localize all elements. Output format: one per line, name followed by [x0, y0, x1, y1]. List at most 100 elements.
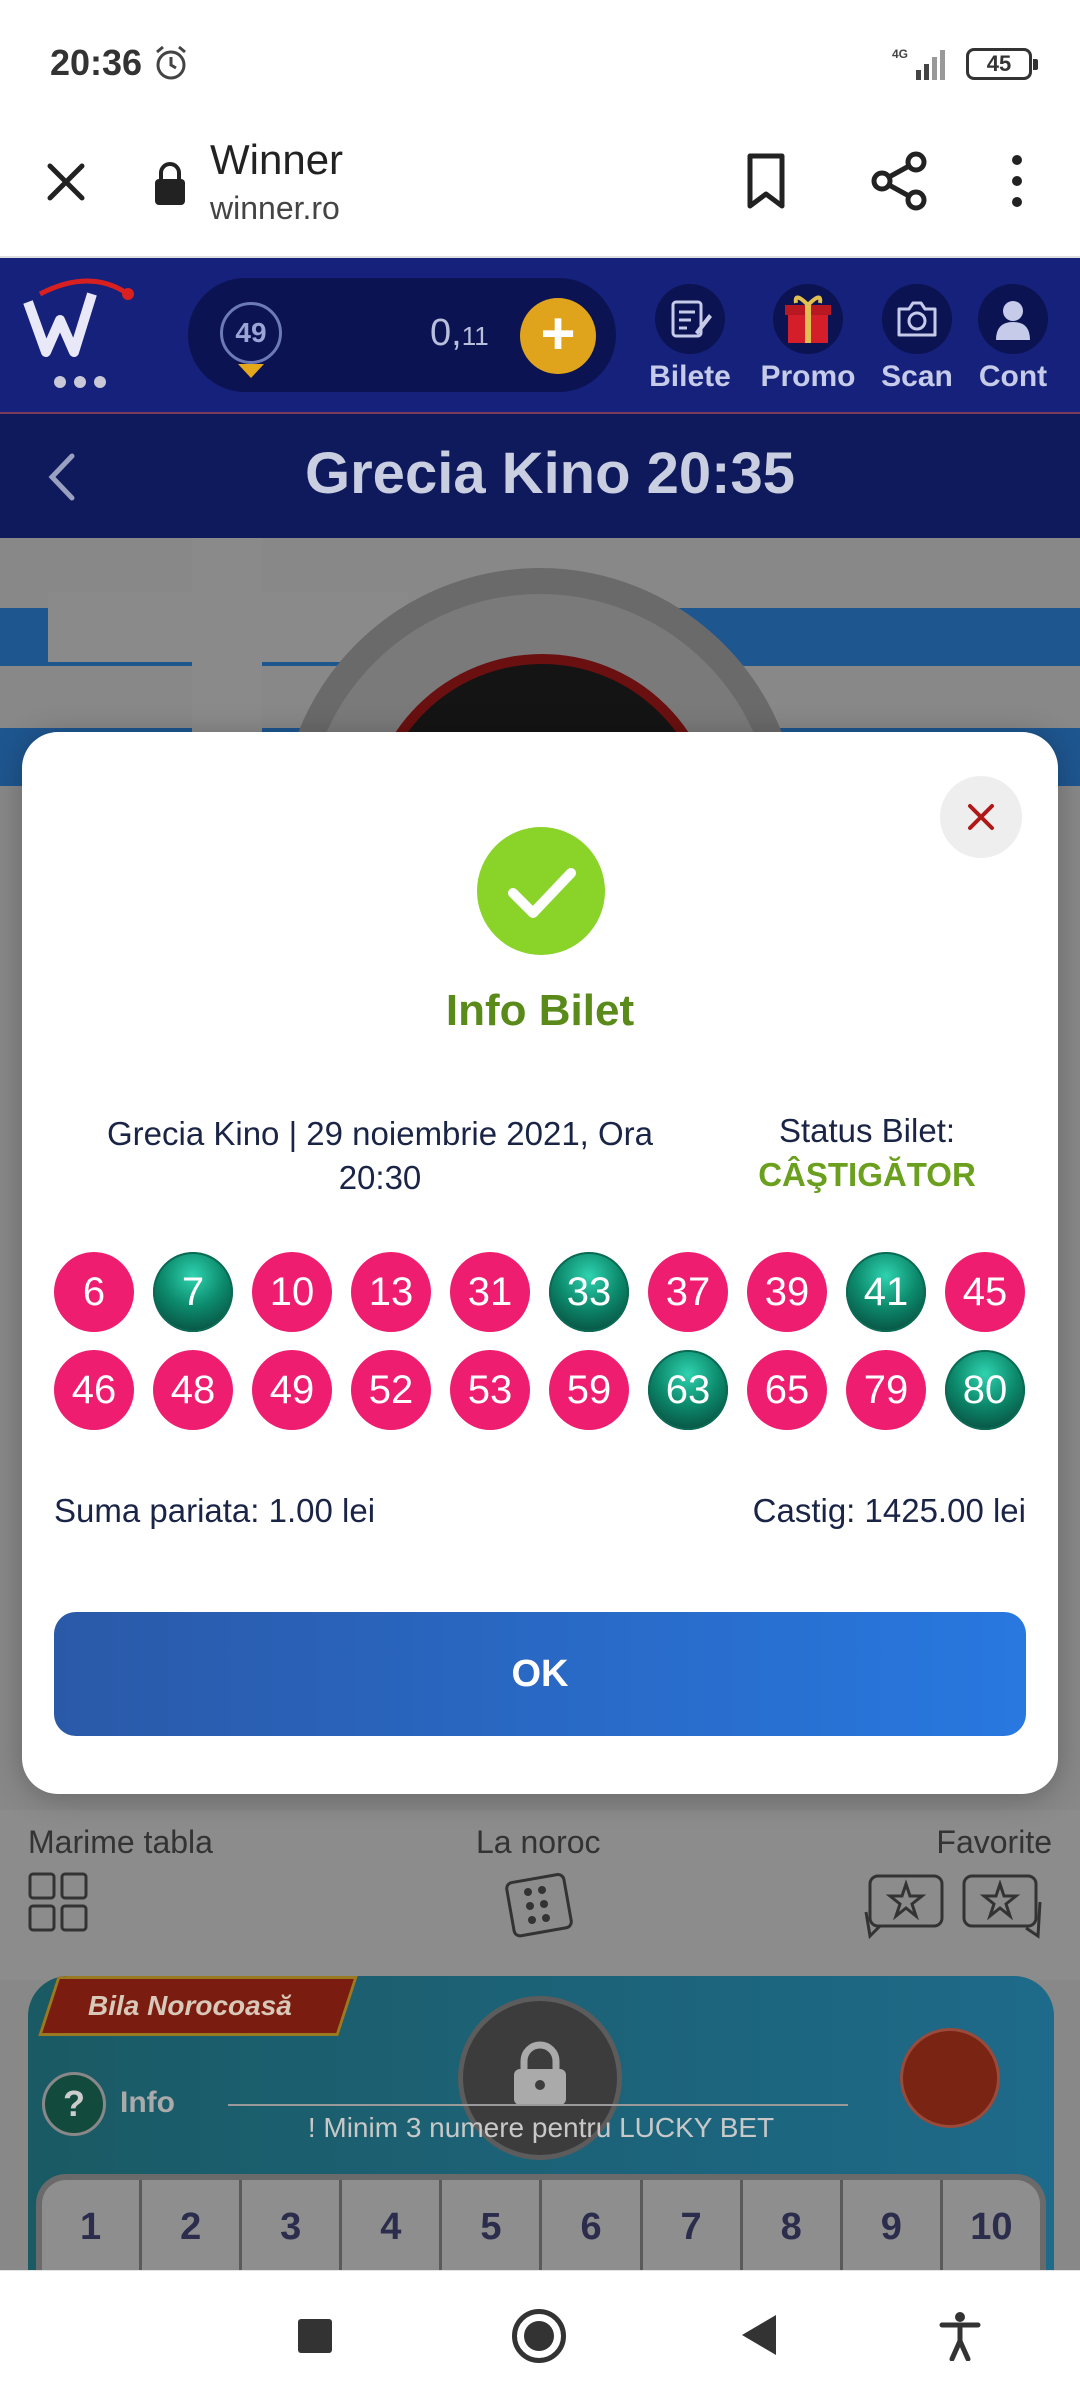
- number-ball: 10: [252, 1252, 332, 1332]
- network-type: 4G: [892, 47, 908, 61]
- system-nav-bar: [0, 2270, 1080, 2400]
- number-ball: 37: [648, 1252, 728, 1332]
- matched-number-ball: 41: [846, 1252, 926, 1332]
- lucky-ball-panel: Bila Norocoasă ? Info ! Minim 3 numere p…: [28, 1976, 1054, 2276]
- nav-cont[interactable]: Cont: [968, 284, 1058, 394]
- ticket-info-dialog: Info Bilet Grecia Kino | 29 noiembrie 20…: [22, 732, 1058, 1794]
- balance-value: 0,11: [430, 312, 489, 355]
- dice-icon[interactable]: [504, 1872, 580, 1938]
- game-title-bar: Grecia Kino 20:35: [0, 412, 1080, 538]
- game-title: Grecia Kino 20:35: [305, 441, 795, 506]
- camera-icon: [897, 301, 937, 337]
- number-cell[interactable]: 8: [742, 2180, 843, 2276]
- matched-number-ball: 63: [648, 1350, 728, 1430]
- signal-icon: 4G: [892, 47, 945, 80]
- accessibility-icon[interactable]: [938, 2311, 982, 2361]
- favorites-label: Favorite: [936, 1824, 1052, 1860]
- board-size-label: Marime tabla: [28, 1824, 213, 1860]
- matched-number-ball: 33: [549, 1252, 629, 1332]
- site-header: 49 0,11 + Bilete Promo Scan Cont: [0, 258, 1080, 412]
- user-icon: [996, 301, 1030, 340]
- more-vertical-icon[interactable]: [995, 150, 1039, 212]
- nav-label: Scan: [881, 360, 953, 393]
- ticket-status-label: Status Bilet:: [778, 1112, 956, 1149]
- alarm-clock-icon: [156, 45, 186, 80]
- number-cell[interactable]: 2: [142, 2180, 243, 2276]
- nav-label: Promo: [760, 360, 856, 393]
- draw-info-line: 20:30: [338, 1159, 422, 1196]
- lock-icon: [155, 162, 185, 205]
- chevron-down-icon: [238, 364, 264, 378]
- number-ball: 79: [846, 1350, 926, 1430]
- browser-toolbar: Winner winner.ro: [0, 128, 1080, 258]
- number-cell[interactable]: 3: [242, 2180, 343, 2276]
- share-icon[interactable]: [868, 150, 930, 212]
- drawn-numbers: 6 7 10 13 31 33 37 39 41 45 46 48 49 52 53 59 63 65 79 80: [54, 1252, 1034, 1430]
- number-ball: 65: [747, 1350, 827, 1430]
- number-cell[interactable]: 6: [542, 2180, 643, 2276]
- balance-pill[interactable]: 49 0,11 +: [188, 278, 616, 392]
- matched-number-ball: 7: [153, 1252, 233, 1332]
- nav-label: Bilete: [649, 360, 731, 393]
- nav-bilete[interactable]: Bilete: [640, 284, 740, 394]
- number-ball: 13: [351, 1252, 431, 1332]
- number-cell[interactable]: 10: [942, 2180, 1040, 2276]
- number-ball: 31: [450, 1252, 530, 1332]
- ok-button[interactable]: OK: [54, 1612, 1026, 1736]
- stake-amount: Suma pariata: 1.00 lei: [54, 1492, 376, 1529]
- level-badge: 49: [220, 302, 282, 364]
- grid-icon[interactable]: [28, 1872, 88, 1932]
- number-ball: 46: [54, 1350, 134, 1430]
- close-icon[interactable]: [36, 152, 96, 212]
- number-cell[interactable]: 7: [642, 2180, 743, 2276]
- board-controls-row: Marime tabla La noroc Favorite: [0, 1810, 1080, 1980]
- recents-button[interactable]: [298, 2319, 332, 2353]
- nav-label: Cont: [978, 360, 1048, 393]
- status-bar: 20:36 4G 45: [0, 0, 1080, 128]
- number-ball: 53: [450, 1350, 530, 1430]
- dialog-title: Info Bilet: [445, 986, 635, 1035]
- bookmark-icon[interactable]: [740, 150, 792, 212]
- page-title[interactable]: Winner: [210, 136, 343, 184]
- number-ball: 45: [945, 1252, 1025, 1332]
- home-button[interactable]: [512, 2309, 566, 2363]
- checkmark-icon: [477, 827, 605, 955]
- draw-info-line: Grecia Kino | 29 noiembrie 2021, Ora: [106, 1115, 654, 1152]
- number-cell[interactable]: 5: [442, 2180, 543, 2276]
- close-button[interactable]: [940, 776, 1022, 858]
- battery-indicator: 45: [966, 48, 1038, 80]
- favorite-save-icon[interactable]: [960, 1872, 1046, 1942]
- close-icon: [968, 804, 994, 830]
- number-cell[interactable]: 9: [842, 2180, 943, 2276]
- matched-number-ball: 80: [945, 1350, 1025, 1430]
- lucky-bet-hint: ! Minim 3 numere pentru LUCKY BET: [307, 2112, 775, 2143]
- status-time: 20:36: [50, 42, 143, 83]
- swap-icon[interactable]: [900, 2028, 1000, 2128]
- page-url[interactable]: winner.ro: [210, 190, 340, 227]
- gift-icon: [785, 295, 831, 343]
- lock-icon: [514, 2041, 566, 2105]
- number-ball: 59: [549, 1350, 629, 1430]
- number-ball: 39: [747, 1252, 827, 1332]
- balance-cents: 11: [461, 321, 489, 351]
- number-grid: 1 2 3 4 5 6 7 8 9 10: [36, 2174, 1046, 2276]
- nav-promo[interactable]: Promo: [758, 284, 858, 394]
- win-amount: Castig: 1425.00 lei: [752, 1492, 1026, 1529]
- winner-logo[interactable]: [20, 272, 140, 392]
- draw-info: Grecia Kino | 29 noiembrie 2021, Ora 20:…: [50, 1112, 710, 1200]
- number-ball: 48: [153, 1350, 233, 1430]
- balance-main: 0,: [430, 312, 462, 354]
- lucky-ball-tag-label: Bila Norocoasă: [88, 1990, 292, 2021]
- add-funds-button[interactable]: +: [520, 298, 596, 374]
- number-ball: 49: [252, 1350, 332, 1430]
- number-ball: 6: [54, 1252, 134, 1332]
- nav-scan[interactable]: Scan: [872, 284, 962, 394]
- back-button[interactable]: [742, 2315, 776, 2355]
- ticket-status-value: CÂŞTIGĂTOR: [758, 1156, 976, 1193]
- ticket-edit-icon: [671, 300, 712, 338]
- number-ball: 52: [351, 1350, 431, 1430]
- favorite-load-icon[interactable]: [860, 1872, 946, 1942]
- number-cell[interactable]: 4: [342, 2180, 443, 2276]
- random-label: La noroc: [476, 1824, 601, 1860]
- number-cell[interactable]: 1: [42, 2180, 143, 2276]
